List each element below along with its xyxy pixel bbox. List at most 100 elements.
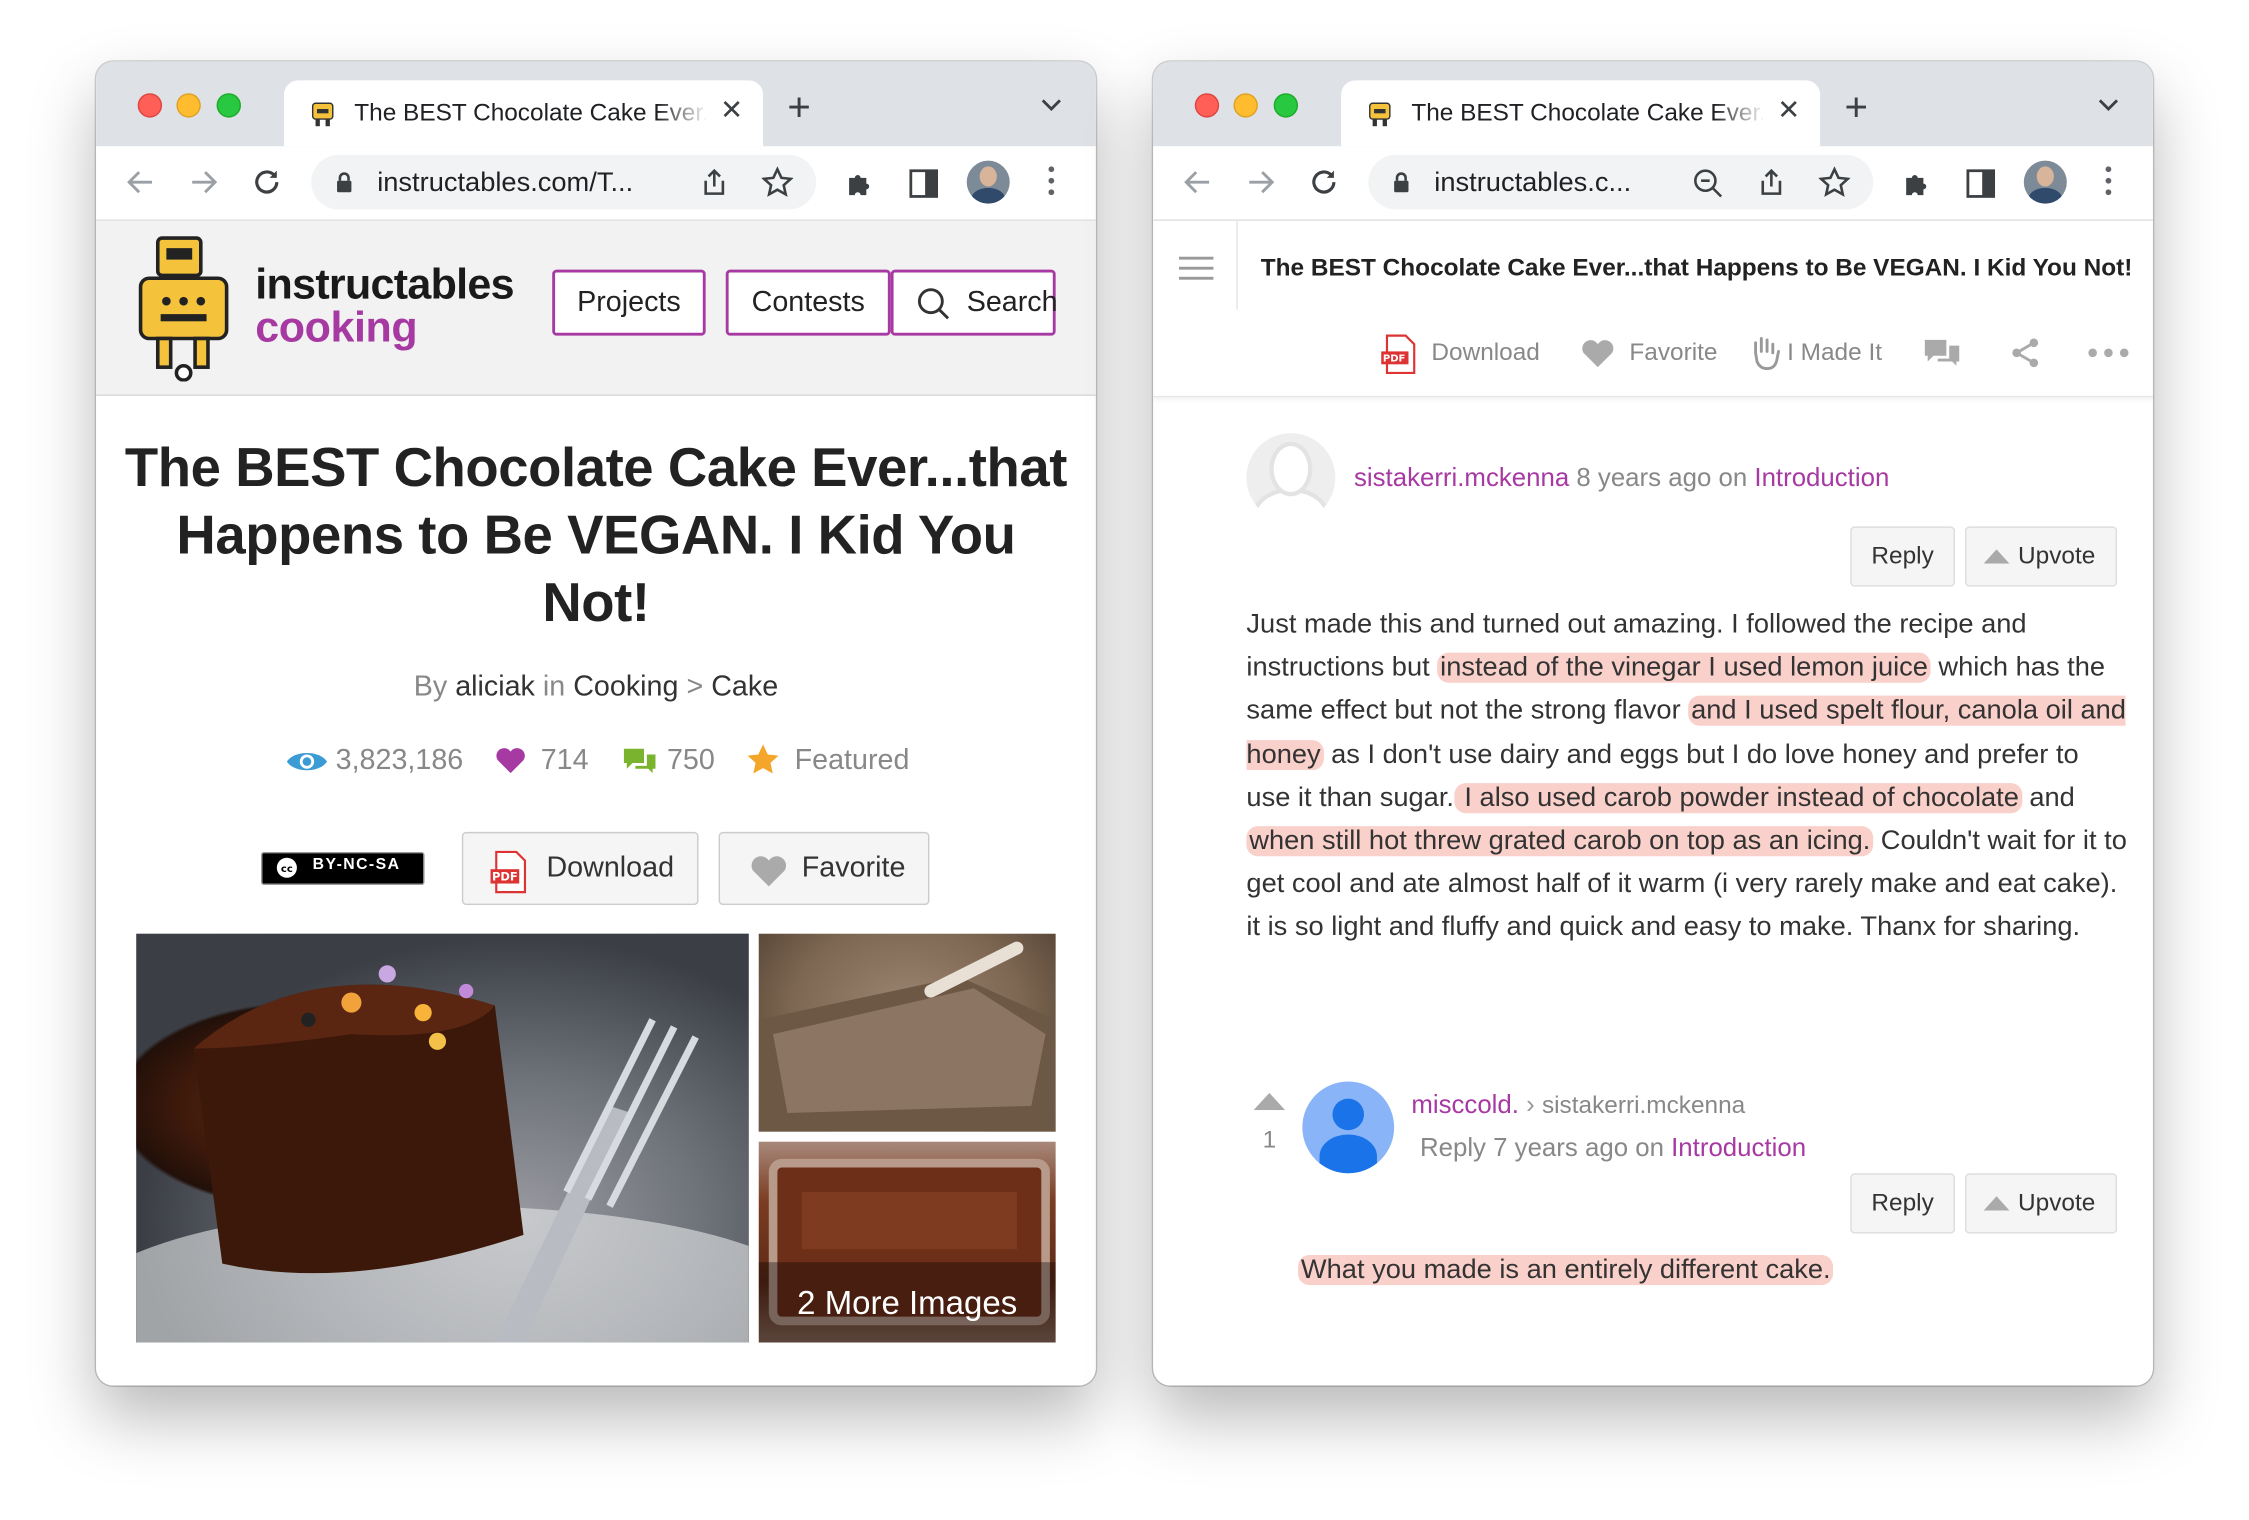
subcategory-link[interactable]: Cake: [711, 671, 778, 703]
i-made-it-action[interactable]: I Made It: [1787, 338, 1882, 367]
side-panel-icon[interactable]: [909, 169, 939, 198]
hamburger-menu-icon[interactable]: [1178, 256, 1214, 287]
cake-illustration: [136, 965, 749, 1343]
reload-icon[interactable]: [1308, 166, 1340, 198]
forward-arrow-icon[interactable]: [188, 166, 220, 198]
reply-button[interactable]: Reply: [1850, 1173, 1955, 1234]
comment-section-link[interactable]: Introduction: [1754, 463, 1889, 492]
favorites-count: 714: [540, 744, 589, 776]
cake-photo-pan[interactable]: 2 More Images: [758, 1141, 1056, 1343]
comments-icon[interactable]: [1922, 337, 1962, 369]
favorite-label: Favorite: [801, 851, 906, 884]
close-window-button[interactable]: [137, 93, 163, 118]
browser-toolbar: instructables.com/T...: [96, 146, 1096, 221]
reply-to-user[interactable]: sistakerri.mckenna: [1542, 1092, 1745, 1119]
reply-time: Reply 7 years ago on Introduction: [1419, 1133, 1807, 1162]
forward-arrow-icon[interactable]: [1245, 166, 1277, 198]
share-icon[interactable]: [2009, 337, 2041, 369]
upvote-button[interactable]: Upvote: [1964, 526, 2118, 587]
i-made-it-hand-icon: [1754, 337, 1780, 371]
comments-count: 750: [666, 744, 715, 776]
avatar[interactable]: [1302, 1081, 1395, 1174]
tab-close-icon[interactable]: ✕: [1777, 97, 1800, 127]
bookmark-star-icon[interactable]: [1818, 166, 1851, 198]
robot-logo-icon[interactable]: [135, 235, 238, 382]
bookmark-star-icon[interactable]: [761, 166, 794, 198]
heart-icon: [496, 748, 525, 774]
reply-button[interactable]: Reply: [1850, 526, 1955, 587]
search-nav-button[interactable]: Search: [890, 269, 1058, 336]
category-link[interactable]: Cooking: [573, 671, 678, 703]
extensions-puzzle-icon[interactable]: [845, 168, 877, 200]
back-arrow-icon[interactable]: [125, 166, 157, 198]
avatar[interactable]: [1246, 433, 1336, 523]
page-content: instructables cooking Projects Contests …: [96, 220, 1096, 1386]
projects-nav-button[interactable]: Projects: [552, 269, 706, 336]
favorite-button[interactable]: Favorite: [718, 831, 930, 906]
cake-photo-batter[interactable]: [758, 933, 1056, 1132]
comment-meta: sistakerri.mckenna 8 years ago on Introd…: [1353, 463, 1890, 492]
brand-channel[interactable]: cooking: [255, 304, 417, 353]
views-count: 3,823,186: [335, 744, 464, 776]
reply-author-link[interactable]: misccold.: [1411, 1090, 1519, 1119]
upvote-label: Upvote: [2018, 1189, 2096, 1217]
browser-tab[interactable]: The BEST Chocolate Cake Ever... ✕: [283, 80, 764, 147]
comment-author-link[interactable]: sistakerri.mckenna: [1354, 463, 1569, 492]
minimize-window-button[interactable]: [176, 93, 201, 118]
url-text: instructables.com/T...: [377, 167, 634, 198]
upvote-triangle-icon: [1983, 1196, 2010, 1211]
chevron-down-icon[interactable]: [2098, 99, 2119, 112]
browser-window-left: The BEST Chocolate Cake Ever... ✕ + inst…: [96, 61, 1096, 1386]
brand-name[interactable]: instructables: [255, 261, 514, 310]
more-menu-icon[interactable]: [2105, 166, 2112, 200]
search-icon: [917, 288, 950, 320]
minimize-window-button[interactable]: [1233, 93, 1258, 118]
new-tab-icon[interactable]: +: [787, 87, 810, 127]
zoom-window-button[interactable]: [216, 93, 241, 118]
reload-icon[interactable]: [251, 166, 283, 198]
browser-tab[interactable]: The BEST Chocolate Cake Ever... ✕: [1341, 80, 1821, 147]
profile-avatar[interactable]: [966, 160, 1010, 204]
lock-icon: [1394, 172, 1409, 193]
page-content: The BEST Chocolate Cake Ever...that Happ…: [1153, 220, 2153, 1386]
side-panel-icon[interactable]: [1966, 169, 1996, 198]
new-tab-icon[interactable]: +: [1845, 87, 1868, 127]
cake-photo-main[interactable]: [136, 933, 749, 1343]
close-window-button[interactable]: [1194, 93, 1220, 118]
upvote-label: Upvote: [2018, 542, 2096, 570]
reply-meta: misccold. › sistakerri.mckenna: [1411, 1090, 1746, 1119]
profile-avatar[interactable]: [2023, 160, 2067, 204]
address-bar[interactable]: instructables.c...: [1368, 154, 1874, 210]
more-menu-icon[interactable]: [1048, 166, 1055, 200]
zoom-window-button[interactable]: [1273, 93, 1299, 118]
heart-outline-icon: [751, 856, 787, 887]
share-icon[interactable]: [701, 168, 727, 197]
back-arrow-icon[interactable]: [1182, 166, 1214, 198]
site-header: instructables cooking Projects Contests …: [96, 220, 1096, 396]
extensions-puzzle-icon[interactable]: [1902, 168, 1934, 200]
upvote-triangle-icon[interactable]: [1253, 1092, 1286, 1111]
creative-commons-icon: cc: [276, 857, 297, 878]
author-link[interactable]: aliciak: [455, 671, 535, 703]
robot-favicon-icon: [1369, 102, 1391, 127]
zoom-magnifier-icon[interactable]: [1692, 168, 1724, 200]
upvote-button[interactable]: Upvote: [1964, 1173, 2118, 1234]
more-options-icon[interactable]: [2088, 348, 2129, 358]
more-images-label[interactable]: 2 More Images: [758, 1262, 1056, 1343]
sticky-article-header: The BEST Chocolate Cake Ever...that Happ…: [1153, 220, 2153, 398]
article-title: The BEST Chocolate Cake Ever...that Happ…: [124, 438, 1067, 634]
tab-title: The BEST Chocolate Cake Ever...: [1411, 98, 1763, 127]
license-text: BY-NC-SA: [312, 856, 401, 874]
robot-favicon-icon: [311, 102, 334, 127]
cc-license-badge[interactable]: cc BY-NC-SA: [261, 851, 425, 885]
tab-close-icon[interactable]: ✕: [720, 97, 743, 127]
contests-nav-button[interactable]: Contests: [725, 269, 891, 336]
chevron-down-icon[interactable]: [1041, 99, 1061, 112]
download-action[interactable]: Download: [1431, 338, 1539, 367]
heart-outline-icon: [1582, 340, 1614, 368]
share-icon[interactable]: [1758, 168, 1784, 197]
reply-section-link[interactable]: Introduction: [1671, 1133, 1806, 1162]
address-bar[interactable]: instructables.com/T...: [311, 154, 817, 210]
favorite-action[interactable]: Favorite: [1629, 338, 1717, 367]
download-button[interactable]: PDF Download: [461, 831, 699, 906]
